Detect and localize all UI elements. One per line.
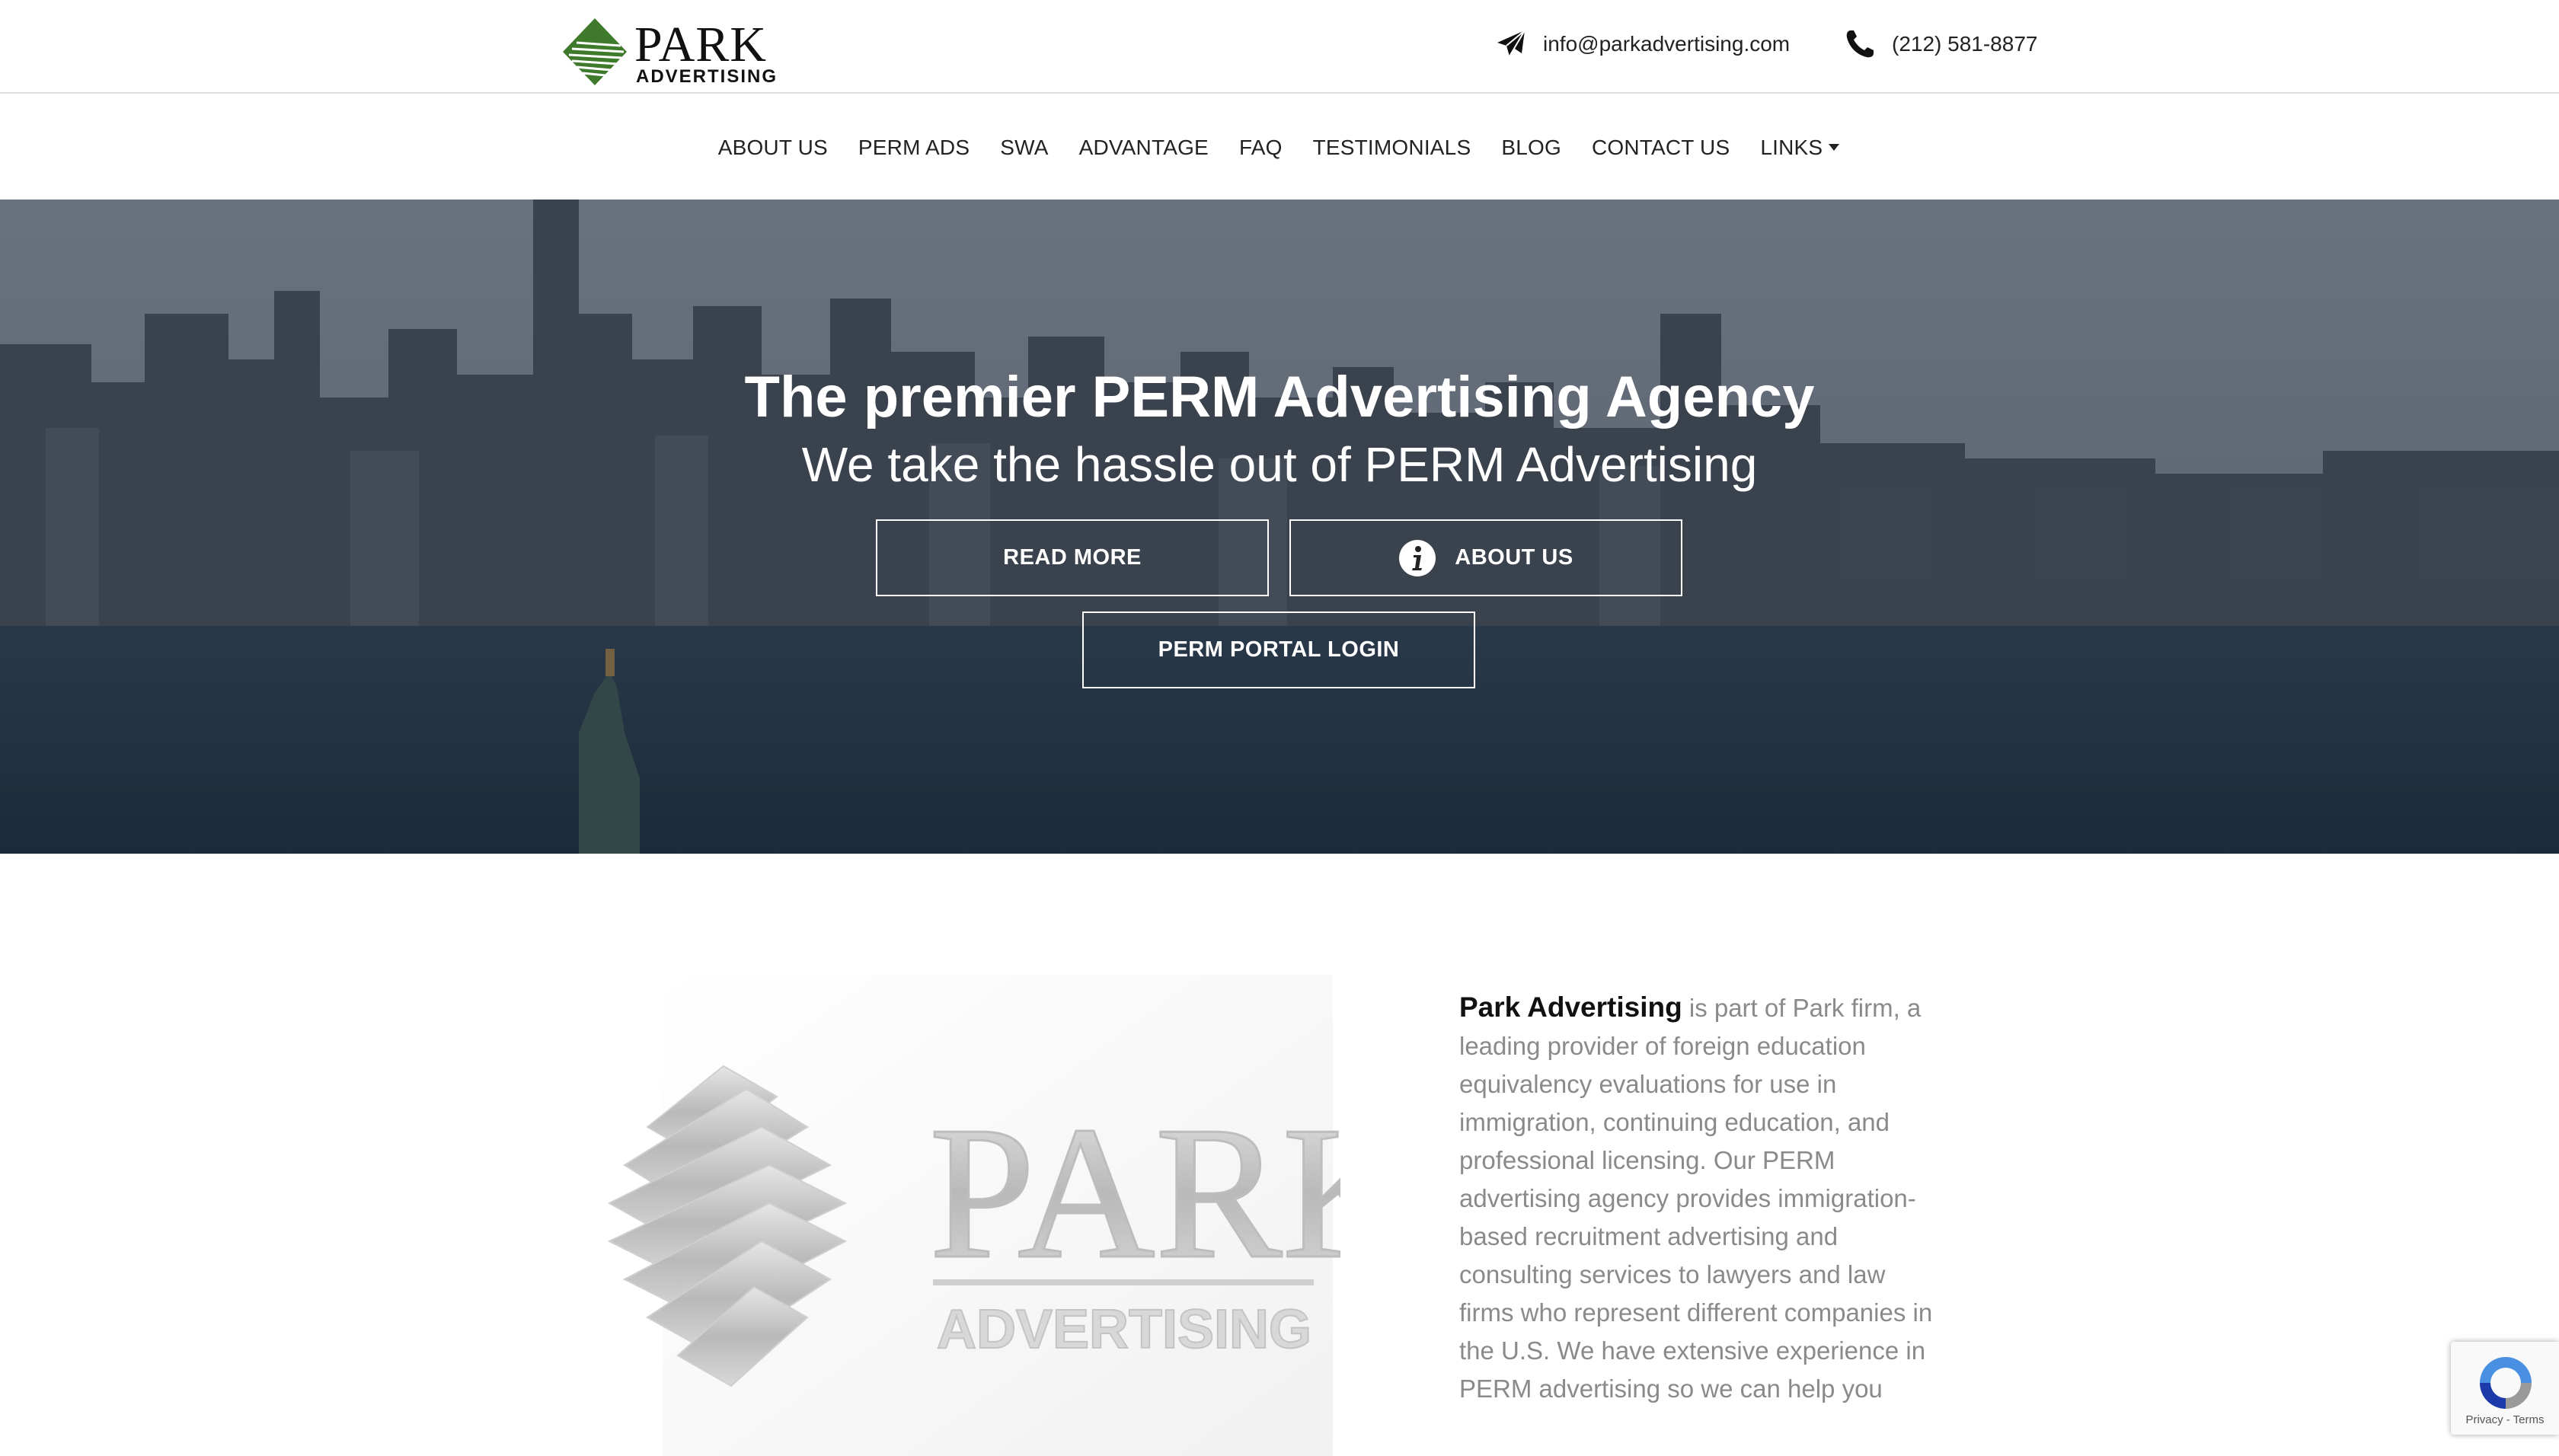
image-subtitle: ADVERTISING xyxy=(937,1299,1311,1360)
logo-diamond-icon xyxy=(563,18,627,85)
nav-item-about-us[interactable]: ABOUT US xyxy=(703,136,843,160)
about-lead: Park Advertising xyxy=(1459,991,1682,1023)
recaptcha-icon xyxy=(2480,1357,2532,1409)
hero-subtitle: We take the hassle out of PERM Advertisi… xyxy=(801,437,1758,492)
hero-banner: The premier PERM Advertising Agency We t… xyxy=(0,200,2559,854)
perm-portal-login-button[interactable]: PERM PORTAL LOGIN xyxy=(1082,611,1475,688)
logo-subtitle: ADVERTISING xyxy=(636,66,778,87)
nav-item-links[interactable]: LINKS xyxy=(1745,136,1855,160)
about-body: is part of Park firm, a leading provider… xyxy=(1459,994,1933,1403)
nav-item-faq[interactable]: FAQ xyxy=(1224,136,1298,160)
recaptcha-privacy-terms[interactable]: Privacy - Terms xyxy=(2451,1413,2559,1426)
email-link[interactable]: info@parkadvertising.com xyxy=(1494,27,1790,61)
about-us-button[interactable]: ABOUT US xyxy=(1289,519,1682,596)
nav-item-blog[interactable]: BLOG xyxy=(1486,136,1577,160)
hero-overlay xyxy=(0,200,2559,854)
about-us-button-label: ABOUT US xyxy=(1455,545,1573,570)
image-wordmark: PARK xyxy=(929,1087,1340,1298)
about-paragraph: Park Advertising is part of Park firm, a… xyxy=(1459,988,1947,1408)
read-more-label: READ MORE xyxy=(1003,545,1142,570)
info-icon xyxy=(1399,539,1436,576)
nav-item-advantage[interactable]: ADVANTAGE xyxy=(1064,136,1224,160)
recaptcha-badge[interactable]: Privacy - Terms xyxy=(2451,1342,2559,1435)
read-more-button[interactable]: READ MORE xyxy=(876,519,1269,596)
email-text: info@parkadvertising.com xyxy=(1543,32,1791,56)
top-bar: PARK ADVERTISING info@parkadvertising.co… xyxy=(0,0,2559,94)
perm-portal-login-label: PERM PORTAL LOGIN xyxy=(1158,637,1400,662)
phone-text: (212) 581-8877 xyxy=(1892,32,2038,56)
phone-link[interactable]: (212) 581-8877 xyxy=(1843,27,2037,61)
main-nav: ABOUT US PERM ADS SWA ADVANTAGE FAQ TEST… xyxy=(0,95,2559,200)
logo-wordmark: PARK xyxy=(634,17,767,72)
hero-title: The premier PERM Advertising Agency xyxy=(744,365,1815,429)
nav-item-testimonials[interactable]: TESTIMONIALS xyxy=(1298,136,1487,160)
paper-plane-icon xyxy=(1497,30,1525,57)
nav-item-swa[interactable]: SWA xyxy=(985,136,1063,160)
park-advertising-logo[interactable]: PARK ADVERTISING xyxy=(561,17,776,87)
park-advertising-3d-logo-image: PARK ADVERTISING xyxy=(607,975,1340,1456)
nav-item-contact-us[interactable]: CONTACT US xyxy=(1577,136,1745,160)
nav-item-links-label: LINKS xyxy=(1760,135,1823,159)
nav-item-perm-ads[interactable]: PERM ADS xyxy=(843,136,985,160)
phone-icon xyxy=(1846,30,1874,58)
caret-down-icon xyxy=(1829,144,1840,151)
